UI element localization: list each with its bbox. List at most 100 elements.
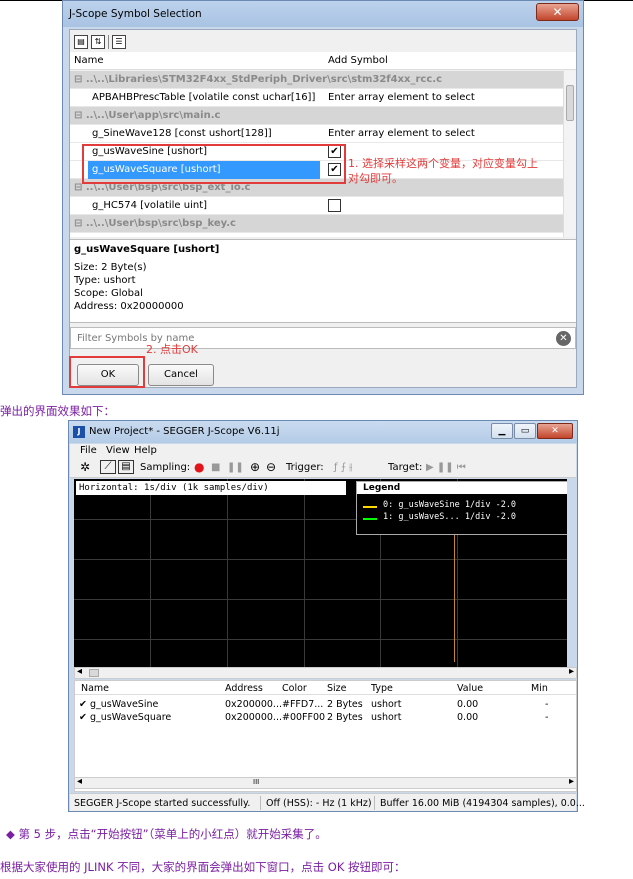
trigger-label: Trigger: [286, 462, 324, 473]
legend-entry-square[interactable]: 1: g_usWaveS... 1/div -2.0 [383, 512, 516, 522]
info-scope: Scope: Global [74, 288, 143, 299]
list-item[interactable]: g_SineWave128 [const ushort[128]] Enter … [70, 125, 563, 143]
column-value[interactable]: Value [457, 683, 483, 694]
group-path: ⊟ ..\..\User\bsp\src\bsp_key.c [74, 218, 236, 229]
stop-button-icon[interactable]: ■ [211, 462, 220, 473]
scrollbar-grip[interactable]: III [253, 778, 259, 786]
list-group-row[interactable]: ⊟ ..\..\Libraries\STM32F4xx_StdPeriph_Dr… [70, 71, 563, 89]
cell-color: #00FF00 [282, 712, 326, 723]
scroll-right-icon[interactable]: ▸ [569, 776, 574, 787]
scrollbar-thumb[interactable] [89, 669, 99, 677]
list-item[interactable]: g_HC574 [volatile uint] [70, 197, 563, 215]
record-button-icon[interactable]: ● [194, 460, 204, 474]
trigger-mode-icons[interactable]: ƒ ⨍ ⫲ [334, 462, 352, 473]
info-size: Size: 2 Byte(s) [74, 262, 147, 273]
symbol-list-scrollbar[interactable] [563, 71, 576, 237]
annotation-step2: 2. 点击OK [146, 343, 198, 356]
window-controls: ▁ ▭ ✕ [491, 423, 573, 439]
menu-help[interactable]: Help [134, 445, 157, 456]
annotation-step1-cont: 对勾即可。 [348, 172, 403, 185]
group-path: ⊟ ..\..\User\app\src\main.c [74, 110, 221, 121]
legend-swatch-sine [363, 506, 377, 508]
cell-name: ✔ g_usWaveSine [79, 699, 159, 710]
annotation-highlight-variables [82, 144, 346, 184]
list-group-row[interactable]: ⊟ ..\..\User\app\src\main.c [70, 107, 563, 125]
grid-line [304, 479, 305, 667]
settings-icon[interactable]: ✲ [80, 460, 90, 474]
list-group-row[interactable]: ⊟ ..\..\User\bsp\src\bsp_key.c [70, 215, 563, 233]
cell-size: 2 Bytes [327, 699, 363, 710]
symbol-info-panel: g_usWaveSquare [ushort] Size: 2 Byte(s) … [70, 239, 576, 323]
column-size[interactable]: Size [327, 683, 347, 694]
array-hint[interactable]: Enter array element to select [328, 92, 475, 103]
status-divider [374, 796, 375, 810]
dialog-title: J-Scope Symbol Selection [69, 8, 202, 20]
cell-color: #FFD7... [282, 699, 324, 710]
view-icon[interactable]: ☰ [112, 35, 126, 49]
cell-min: - [545, 699, 549, 710]
cell-value: 0.00 [457, 712, 479, 723]
cell-address: 0x200000... [225, 699, 282, 710]
cell-size: 2 Bytes [327, 712, 363, 723]
scope-plot-area[interactable]: Horizontal: 1s/div (1k samples/div) Lege… [74, 479, 567, 667]
cursor-line[interactable] [454, 534, 455, 662]
target-control-icons[interactable]: ▶ ❚❚ ⏮ [426, 462, 466, 473]
plot-horizontal-scrollbar[interactable]: ◂ ▸ [74, 666, 577, 679]
expand-icon[interactable]: ▤ [74, 35, 88, 49]
clear-filter-icon[interactable]: ✕ [556, 331, 571, 346]
column-name[interactable]: Name [81, 683, 109, 694]
legend-swatch-square [363, 518, 377, 520]
cancel-button[interactable]: Cancel [148, 364, 214, 386]
main-toolbar: ✲ ⟋ ▤ Sampling: ● ■ ❚❚ ⊕ ⊖ Trigger: ƒ ⨍ … [70, 458, 576, 478]
column-min[interactable]: Min [531, 683, 548, 694]
legend-box[interactable]: Legend 0: g_usWaveSine 1/div -2.0 1: g_u… [356, 481, 567, 535]
add-symbol-checkbox[interactable] [328, 199, 341, 212]
column-color[interactable]: Color [282, 683, 307, 694]
info-type: Type: ushort [74, 275, 136, 286]
symbol-list-header: Name Add Symbol [70, 52, 576, 70]
menu-view[interactable]: View [106, 445, 130, 456]
caption-popup-effect: 弹出的界面效果如下： [0, 404, 115, 418]
cell-address: 0x200000... [225, 712, 282, 723]
legend-title: Legend [357, 482, 567, 494]
grid-line [150, 479, 151, 667]
minimize-icon[interactable]: ▁ [491, 423, 513, 439]
scrollbar-thumb[interactable] [566, 85, 574, 121]
status-message: SEGGER J-Scope started successfully. [74, 798, 251, 809]
grid-line [74, 559, 567, 560]
group-path: ⊟ ..\..\Libraries\STM32F4xx_StdPeriph_Dr… [74, 74, 443, 85]
close-icon[interactable]: ✕ [537, 423, 573, 439]
symbol-name: g_SineWave128 [const ushort[128]] [92, 128, 272, 139]
table-horizontal-scrollbar[interactable]: ◂ III ▸ [74, 776, 577, 789]
status-divider [260, 796, 261, 810]
scroll-left-icon[interactable]: ◂ [77, 776, 82, 787]
grid-line [227, 479, 228, 667]
cell-type: ushort [371, 712, 402, 723]
column-address[interactable]: Address [225, 683, 263, 694]
table-mode-icon[interactable]: ▤ [118, 460, 134, 474]
scroll-right-icon[interactable]: ▸ [569, 666, 574, 677]
annotation-highlight-ok [69, 356, 145, 388]
pointer-mode-icon[interactable]: ⟋ [100, 460, 116, 474]
dialog-client: ▤ ⇅ ☰ Name Add Symbol ⊟ ..\..\Libraries\… [69, 29, 577, 388]
table-header [75, 681, 576, 695]
window-title: New Project* - SEGGER J-Scope V6.11j [89, 426, 280, 437]
column-type[interactable]: Type [371, 683, 393, 694]
maximize-icon[interactable]: ▭ [514, 423, 536, 439]
grid-line [74, 599, 567, 600]
zoom-in-icon[interactable]: ⊕ [250, 460, 260, 474]
legend-entry-sine[interactable]: 0: g_usWaveSine 1/div -2.0 [383, 500, 516, 510]
pause-button-icon[interactable]: ❚❚ [227, 462, 244, 473]
list-item[interactable]: APBAHBPrescTable [volatile const uchar[1… [70, 89, 563, 107]
scroll-left-icon[interactable]: ◂ [77, 666, 82, 677]
array-hint[interactable]: Enter array element to select [328, 128, 475, 139]
grid-line [74, 639, 567, 640]
column-header-name[interactable]: Name [74, 55, 104, 66]
column-header-add-symbol[interactable]: Add Symbol [328, 55, 388, 66]
close-icon[interactable]: ✕ [536, 3, 579, 21]
cell-value: 0.00 [457, 699, 479, 710]
sort-icon[interactable]: ⇅ [91, 35, 105, 49]
menu-file[interactable]: File [80, 445, 97, 456]
zoom-out-icon[interactable]: ⊖ [266, 460, 276, 474]
status-sampling-rate: Off (HSS): - Hz (1 kHz) [266, 798, 372, 809]
